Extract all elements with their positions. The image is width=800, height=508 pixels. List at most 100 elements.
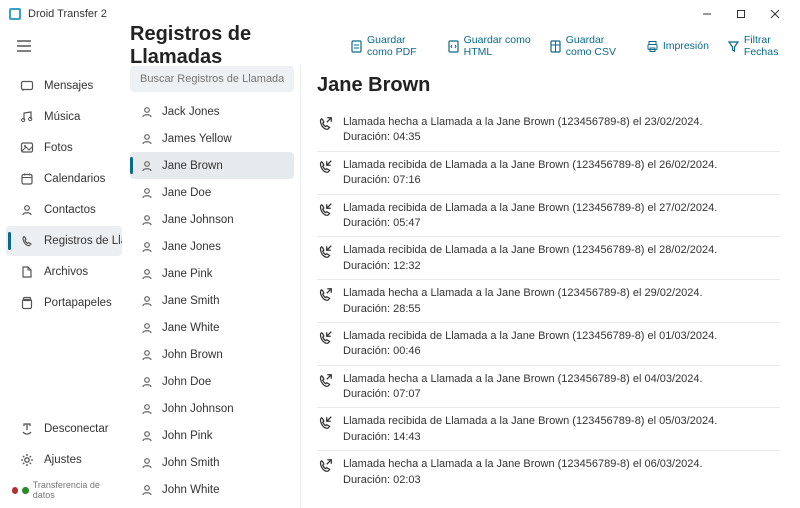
filter-dates-label: Filtrar Fechas <box>744 34 786 58</box>
sidebar-item-label: Archivos <box>44 266 88 278</box>
status-bar: Transferencia de datos <box>0 476 128 504</box>
person-icon <box>140 348 154 362</box>
person-icon <box>140 483 154 497</box>
call-row: Llamada recibida de Llamada a la Jane Br… <box>317 408 780 451</box>
status-dot-green <box>22 487 28 494</box>
close-button[interactable] <box>758 2 792 26</box>
contact-item[interactable]: Jane Pink <box>130 260 294 287</box>
page-title: Registros de Llamadas <box>44 23 344 69</box>
contact-name: Jane Smith <box>162 295 220 307</box>
save-pdf-button[interactable]: Guardar como PDF <box>344 30 435 62</box>
sidebar-item-files[interactable]: Archivos <box>6 257 122 287</box>
call-outgoing-icon <box>317 287 333 303</box>
sidebar-item-label: Portapapeles <box>44 297 112 309</box>
contact-name: Jane Brown <box>162 160 223 172</box>
sidebar-item-contacts[interactable]: Contactos <box>6 195 122 225</box>
contact-column: Jack Jones James Yellow Jane Brown Jane Doe… <box>128 64 300 508</box>
contact-name: John Doe <box>162 376 211 388</box>
call-text: Llamada hecha a Llamada a la Jane Brown … <box>343 286 703 317</box>
person-icon <box>140 456 154 470</box>
contact-name: James Yellow <box>162 133 232 145</box>
calls-list: Llamada hecha a Llamada a la Jane Brown … <box>317 109 780 493</box>
call-text: Llamada hecha a Llamada a la Jane Brown … <box>343 372 703 403</box>
print-icon <box>646 40 659 53</box>
sidebar-item-label: Contactos <box>44 204 96 216</box>
save-csv-label: Guardar como CSV <box>566 34 628 58</box>
contact-item[interactable]: John Doe <box>130 368 294 395</box>
person-icon <box>140 213 154 227</box>
call-text: Llamada recibida de Llamada a la Jane Br… <box>343 243 717 274</box>
call-row: Llamada hecha a Llamada a la Jane Brown … <box>317 109 780 152</box>
person-icon <box>140 321 154 335</box>
call-row: Llamada recibida de Llamada a la Jane Br… <box>317 237 780 280</box>
contacts-icon <box>20 203 34 217</box>
contact-item[interactable]: Jack Jones <box>130 98 294 125</box>
contact-item[interactable]: Jane Johnson <box>130 206 294 233</box>
call-outgoing-icon <box>317 116 333 132</box>
call-text: Llamada recibida de Llamada a la Jane Br… <box>343 329 717 360</box>
call-text: Llamada recibida de Llamada a la Jane Br… <box>343 201 717 232</box>
html-icon <box>447 40 460 53</box>
detail-panel: Jane Brown Llamada hecha a Llamada a la … <box>300 64 800 508</box>
sidebar-item-label: Fotos <box>44 142 73 154</box>
contact-item[interactable]: John Brown <box>130 341 294 368</box>
person-icon <box>140 240 154 254</box>
call-row: Llamada hecha a Llamada a la Jane Brown … <box>317 366 780 409</box>
main: MensajesMúsica Fotos Calendarios Contactos R… <box>0 64 800 508</box>
sidebar-item-calendars[interactable]: Calendarios <box>6 164 122 194</box>
contact-item[interactable]: Jane Jones <box>130 233 294 260</box>
sidebar-settings-label: Ajustes <box>44 454 82 466</box>
sidebar-item-messages[interactable]: Mensajes <box>6 71 122 101</box>
contact-item[interactable]: James Yellow <box>130 125 294 152</box>
sidebar-item-label: Calendarios <box>44 173 105 185</box>
contact-item[interactable]: John White <box>130 476 294 503</box>
csv-icon <box>549 40 562 53</box>
person-icon <box>140 159 154 173</box>
filter-dates-button[interactable]: Filtrar Fechas <box>721 30 792 62</box>
search-input[interactable] <box>130 66 294 92</box>
call-row: Llamada hecha a Llamada a la Jane Brown … <box>317 280 780 323</box>
call-text: Llamada recibida de Llamada a la Jane Br… <box>343 158 717 189</box>
person-icon <box>140 186 154 200</box>
contact-name: John Smith <box>162 457 220 469</box>
contact-item[interactable]: John Smith <box>130 449 294 476</box>
maximize-button[interactable] <box>724 2 758 26</box>
contact-name: Jane Pink <box>162 268 213 280</box>
sidebar-item-photos[interactable]: Fotos <box>6 133 122 163</box>
contact-name: John Pink <box>162 430 213 442</box>
contact-name: John Johnson <box>162 403 234 415</box>
minimize-button[interactable] <box>690 2 724 26</box>
contact-item[interactable]: Jane Smith <box>130 287 294 314</box>
person-icon <box>140 132 154 146</box>
contact-name: Jane Doe <box>162 187 211 199</box>
person-icon <box>140 429 154 443</box>
sidebar-disconnect[interactable]: Desconectar <box>6 414 122 444</box>
top-row: Registros de Llamadas Guardar como PDF G… <box>0 28 800 64</box>
files-icon <box>20 265 34 279</box>
contact-item[interactable]: Jane Doe <box>130 179 294 206</box>
sidebar-item-music[interactable]: Música <box>6 102 122 132</box>
status-text: Transferencia de datos <box>33 480 116 500</box>
call-logs-icon <box>20 234 34 248</box>
call-row: Llamada recibida de Llamada a la Jane Br… <box>317 195 780 238</box>
hamburger-button[interactable] <box>4 28 44 64</box>
contact-item[interactable]: Jane White <box>130 314 294 341</box>
contact-item[interactable]: John Pink <box>130 422 294 449</box>
sidebar-item-clipboard[interactable]: Portapapeles <box>6 288 122 318</box>
save-pdf-label: Guardar como PDF <box>367 34 429 58</box>
filter-icon <box>727 40 740 53</box>
save-html-button[interactable]: Guardar como HTML <box>441 30 537 62</box>
person-icon <box>140 294 154 308</box>
gear-icon <box>20 453 34 467</box>
save-csv-button[interactable]: Guardar como CSV <box>543 30 634 62</box>
sidebar-item-call-logs[interactable]: Registros de Llamadas <box>6 226 122 256</box>
app-logo-icon <box>8 7 22 21</box>
contact-item[interactable]: John Johnson <box>130 395 294 422</box>
contact-item[interactable]: Jane Brown <box>130 152 294 179</box>
print-button[interactable]: Impresión <box>640 30 715 62</box>
contacts-list: Jack Jones James Yellow Jane Brown Jane Doe… <box>128 98 300 508</box>
sidebar-settings[interactable]: Ajustes <box>6 445 122 475</box>
call-incoming-icon <box>317 202 333 218</box>
person-icon <box>140 267 154 281</box>
contact-name: John White <box>162 484 220 496</box>
